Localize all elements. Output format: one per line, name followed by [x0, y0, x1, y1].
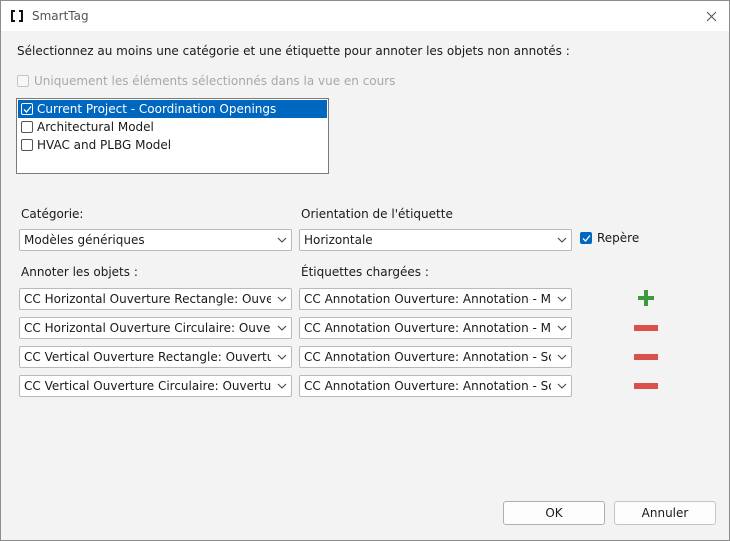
tag-combobox[interactable]: CC Annotation Ouverture: Annotation - Mu…	[299, 317, 572, 339]
bracket-logo-icon	[11, 10, 23, 22]
model-item[interactable]: Architectural Model	[18, 118, 327, 136]
model-label: Current Project - Coordination Openings	[37, 102, 277, 116]
checkmark-icon	[23, 105, 32, 113]
orientation-combobox[interactable]: Horizontale	[299, 229, 572, 251]
model-label: Architectural Model	[37, 120, 154, 134]
object-combobox[interactable]: CC Vertical Ouverture Circulaire: Ouvert…	[19, 375, 292, 397]
window-title: SmartTag	[32, 9, 89, 23]
tags-label: Étiquettes chargées :	[301, 265, 429, 279]
tag-value: CC Annotation Ouverture: Annotation - Mu…	[304, 321, 551, 335]
chevron-down-icon	[277, 237, 287, 243]
tag-combobox[interactable]: CC Annotation Ouverture: Annotation - So…	[299, 346, 572, 368]
add-row-plus-icon[interactable]	[638, 290, 654, 306]
chevron-down-icon	[277, 296, 287, 302]
tag-combobox[interactable]: CC Annotation Ouverture: Annotation - So…	[299, 375, 572, 397]
category-combobox[interactable]: Modèles génériques	[19, 229, 292, 251]
chevron-down-icon	[557, 237, 567, 243]
instruction-text: Sélectionnez au moins une catégorie et u…	[17, 44, 570, 58]
orientation-label: Orientation de l'étiquette	[301, 207, 453, 221]
model-label: HVAC and PLBG Model	[37, 138, 172, 152]
only-selected-checkbox-row: Uniquement les éléments sélectionnés dan…	[17, 74, 395, 88]
only-selected-label: Uniquement les éléments sélectionnés dan…	[34, 74, 396, 88]
object-value: CC Horizontal Ouverture Rectangle: Ouver…	[24, 292, 271, 306]
close-icon	[706, 11, 716, 21]
tag-value: CC Annotation Ouverture: Annotation - So…	[304, 379, 551, 393]
category-label: Catégorie:	[21, 207, 84, 221]
category-value: Modèles génériques	[24, 233, 145, 247]
object-value: CC Vertical Ouverture Rectangle: Ouvertu…	[24, 350, 271, 364]
model-item[interactable]: Current Project - Coordination Openings	[18, 100, 327, 118]
object-combobox[interactable]: CC Vertical Ouverture Rectangle: Ouvertu…	[19, 346, 292, 368]
chevron-down-icon	[557, 325, 567, 331]
smarttag-dialog: SmartTag Sélectionnez au moins une catég…	[0, 0, 730, 541]
cancel-button[interactable]: Annuler	[614, 501, 716, 525]
model-checkbox[interactable]	[21, 103, 33, 115]
repere-label: Repère	[597, 231, 640, 245]
model-item[interactable]: HVAC and PLBG Model	[18, 136, 327, 154]
repere-checkbox-row: Repère	[580, 231, 639, 245]
chevron-down-icon	[557, 383, 567, 389]
object-combobox[interactable]: CC Horizontal Ouverture Rectangle: Ouver…	[19, 288, 292, 310]
object-value: CC Vertical Ouverture Circulaire: Ouvert…	[24, 379, 271, 393]
chevron-down-icon	[557, 296, 567, 302]
tag-combobox[interactable]: CC Annotation Ouverture: Annotation - Mu…	[299, 288, 572, 310]
remove-row-minus-icon[interactable]	[634, 354, 658, 360]
ok-button[interactable]: OK	[503, 501, 605, 525]
object-value: CC Horizontal Ouverture Circulaire: Ouve…	[24, 321, 271, 335]
model-listbox[interactable]: Current Project - Coordination Openings …	[16, 98, 329, 174]
title-bar: SmartTag	[1, 1, 729, 31]
close-button[interactable]	[701, 6, 721, 26]
chevron-down-icon	[277, 354, 287, 360]
orientation-value: Horizontale	[304, 233, 373, 247]
only-selected-checkbox[interactable]	[17, 75, 29, 87]
objects-label: Annoter les objets :	[21, 265, 138, 279]
checkmark-icon	[582, 234, 591, 242]
chevron-down-icon	[277, 383, 287, 389]
remove-row-minus-icon[interactable]	[634, 383, 658, 389]
remove-row-minus-icon[interactable]	[634, 325, 658, 331]
object-combobox[interactable]: CC Horizontal Ouverture Circulaire: Ouve…	[19, 317, 292, 339]
tag-value: CC Annotation Ouverture: Annotation - Mu…	[304, 292, 551, 306]
tag-value: CC Annotation Ouverture: Annotation - So…	[304, 350, 551, 364]
chevron-down-icon	[557, 354, 567, 360]
model-checkbox[interactable]	[21, 121, 33, 133]
repere-checkbox[interactable]	[580, 232, 592, 244]
chevron-down-icon	[277, 325, 287, 331]
model-checkbox[interactable]	[21, 139, 33, 151]
